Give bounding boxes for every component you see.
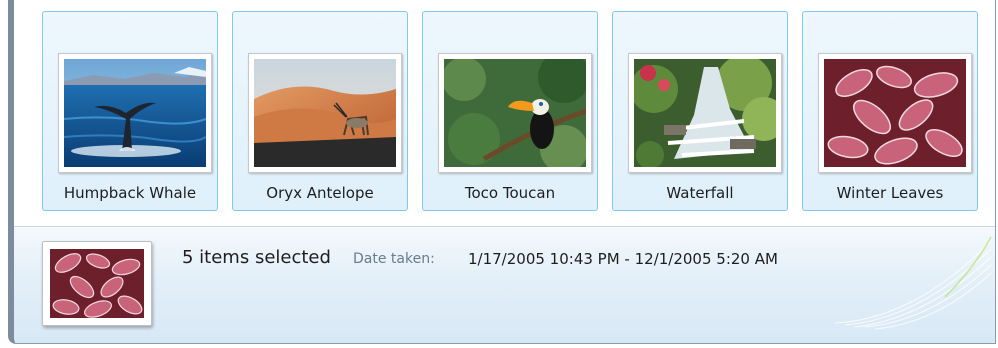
selection-count-text: 5 items selected (182, 247, 331, 268)
file-name-label: Humpback Whale (63, 184, 197, 202)
file-name-label: Oryx Antelope (266, 184, 374, 202)
thumbnail-frame (628, 53, 782, 173)
file-view: Humpback Whale Oryx Antelope Toco Toucan… (14, 0, 995, 226)
toco-toucan-thumbnail (444, 59, 586, 167)
thumbnail-frame (818, 53, 972, 173)
details-preview-thumbnail (42, 241, 152, 326)
file-tile-toco-toucan[interactable]: Toco Toucan (422, 11, 598, 211)
file-name-label: Toco Toucan (464, 184, 556, 202)
date-taken-value[interactable]: 1/17/2005 10:43 PM - 12/1/2005 5:20 AM (468, 250, 778, 268)
file-tile-humpback-whale[interactable]: Humpback Whale (42, 11, 218, 211)
decorative-swoosh (834, 236, 992, 330)
thumbnail-frame (438, 53, 592, 173)
waterfall-thumbnail (634, 59, 776, 167)
explorer-window: Humpback Whale Oryx Antelope Toco Toucan… (8, 0, 996, 344)
date-taken-label: Date taken: (353, 251, 435, 267)
humpback-whale-thumbnail (64, 59, 206, 167)
file-name-label: Waterfall (666, 184, 734, 202)
winter-leaves-thumbnail (824, 59, 966, 167)
file-tile-waterfall[interactable]: Waterfall (612, 11, 788, 211)
file-name-label: Winter Leaves (836, 184, 944, 202)
file-tile-oryx-antelope[interactable]: Oryx Antelope (232, 11, 408, 211)
details-pane: 5 items selected Date taken: 1/17/2005 1… (14, 226, 995, 343)
thumbnail-frame (58, 53, 212, 173)
oryx-antelope-thumbnail (254, 59, 396, 167)
thumbnail-frame (248, 53, 402, 173)
file-tile-winter-leaves[interactable]: Winter Leaves (802, 11, 978, 211)
